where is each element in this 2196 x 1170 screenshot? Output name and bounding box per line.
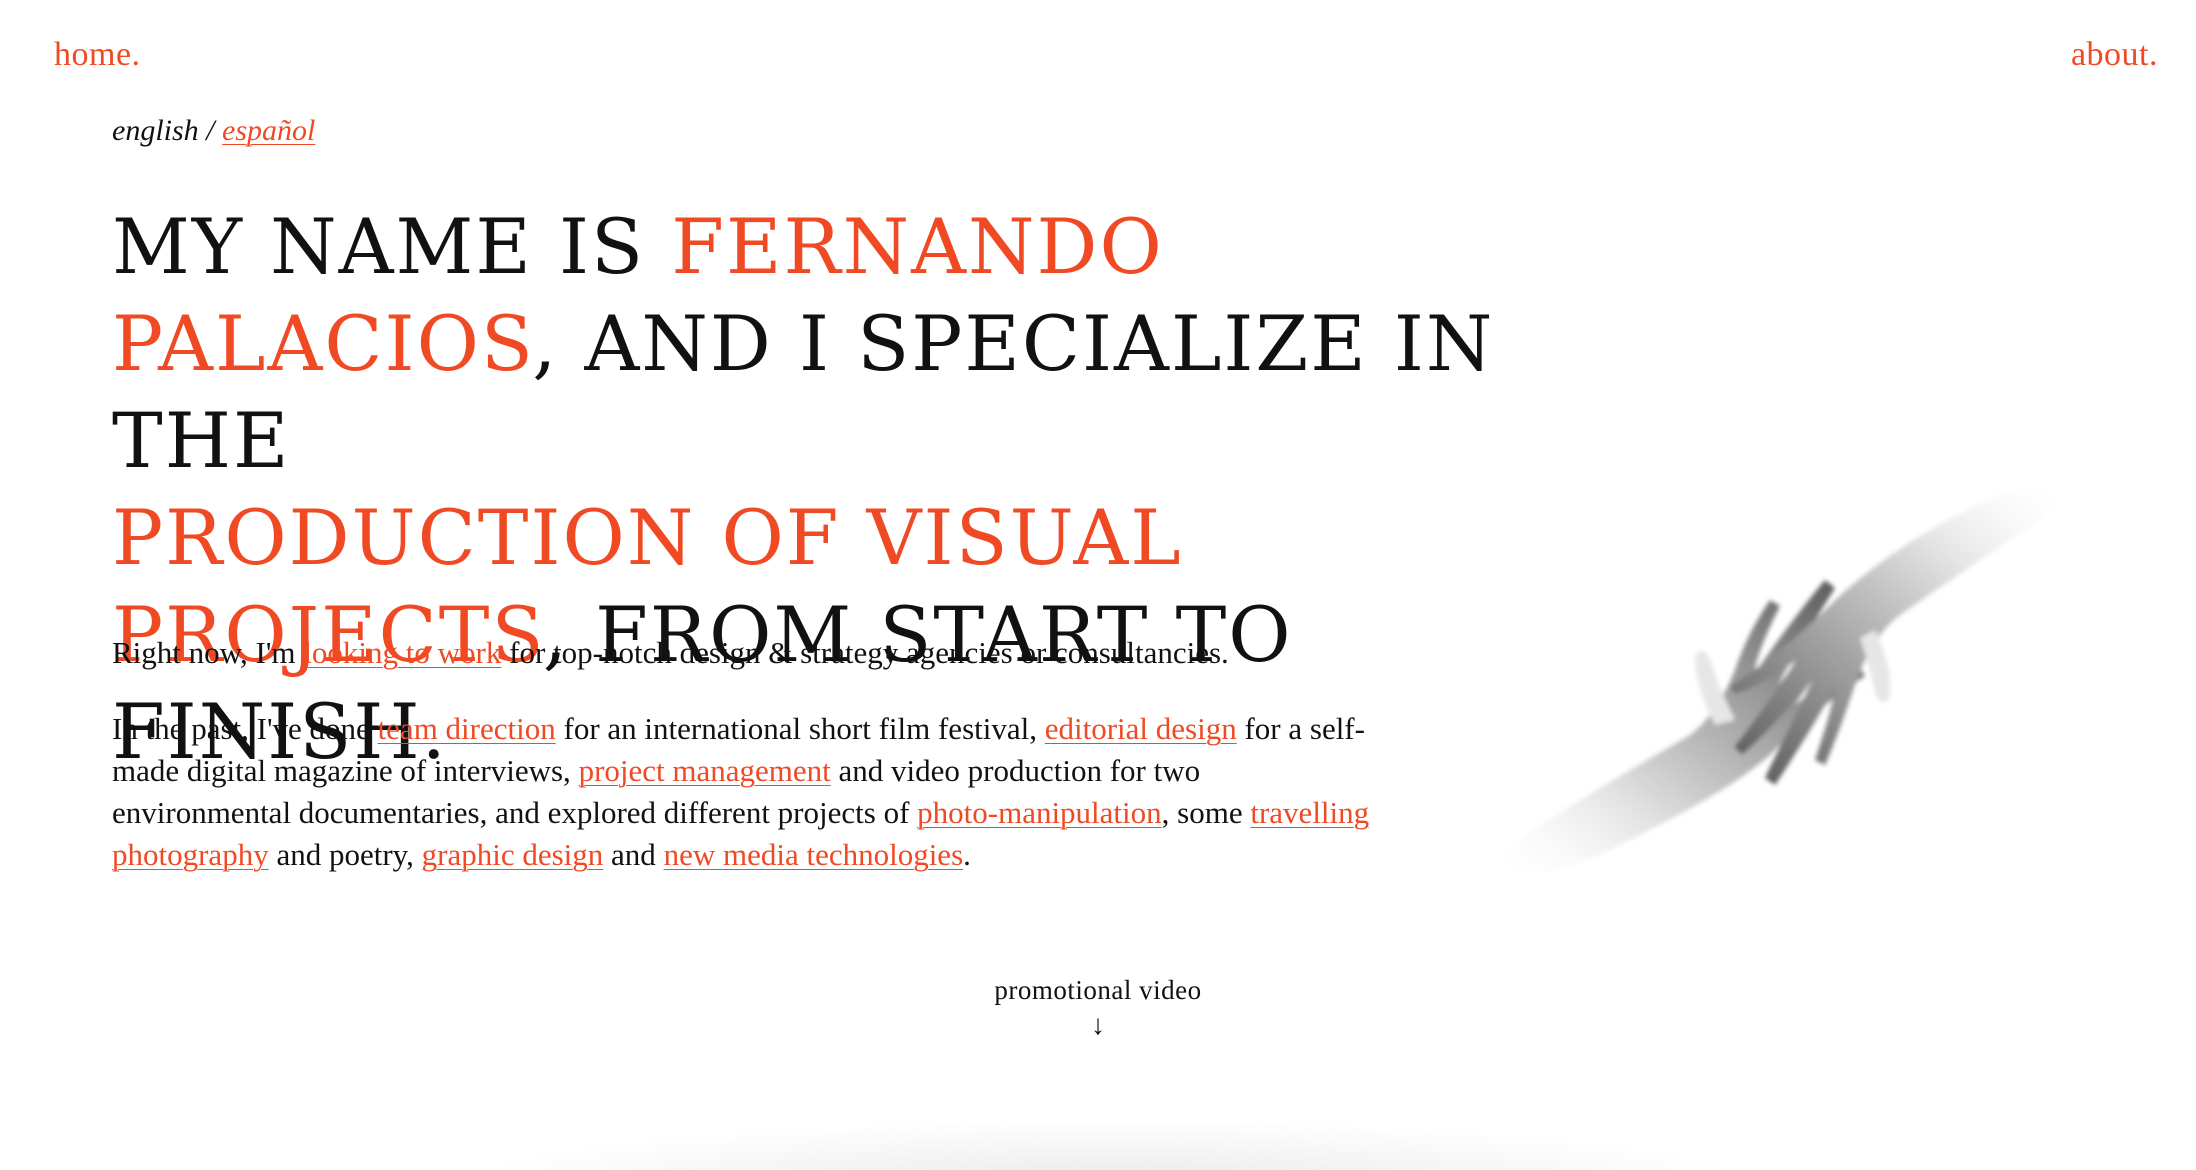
reaching-hands-image — [1490, 483, 2070, 877]
photo-manipulation-link[interactable]: photo-manipulation — [917, 795, 1162, 830]
promotional-video-frame[interactable] — [420, 1118, 1800, 1170]
headline-part-1: My name is — [112, 202, 672, 291]
p2-text-1: In the past, I've done — [112, 711, 378, 746]
looking-to-work-link[interactable]: looking to work — [303, 635, 501, 670]
editorial-design-link[interactable]: editorial design — [1045, 711, 1237, 746]
language-switcher: english / español — [112, 114, 315, 148]
graphic-design-link[interactable]: graphic design — [422, 837, 604, 872]
intro-paragraph-current: Right now, I'm looking to work for top-n… — [112, 632, 1372, 674]
intro-paragraph-past: In the past, I've done team direction fo… — [112, 708, 1372, 876]
promotional-video-label: promotional video — [994, 975, 1202, 1005]
home-nav-link[interactable]: home. — [54, 36, 141, 74]
team-direction-link[interactable]: team direction — [378, 711, 556, 746]
about-nav-link[interactable]: about. — [2071, 36, 2158, 74]
page-headline: My name is Fernando Palacios, and I spec… — [112, 198, 1612, 780]
new-media-technologies-link[interactable]: new media technologies — [664, 837, 964, 872]
arrow-down-icon: ↓ — [1091, 1010, 1105, 1041]
p1-text-before: Right now, I'm — [112, 635, 304, 670]
p2-text-6: and poetry, — [268, 837, 422, 872]
p2-text-5: , some — [1161, 795, 1251, 830]
project-management-link[interactable]: project management — [579, 753, 831, 788]
p2-text-2: for an international short film festival… — [555, 711, 1045, 746]
language-current: english — [112, 114, 199, 147]
p2-text-8: . — [963, 837, 971, 872]
language-separator: / — [198, 114, 223, 147]
p2-text-7: and — [603, 837, 664, 872]
language-spanish-link[interactable]: español — [222, 114, 315, 147]
p1-text-after: for top-notch design & strategy agencies… — [501, 635, 1229, 670]
